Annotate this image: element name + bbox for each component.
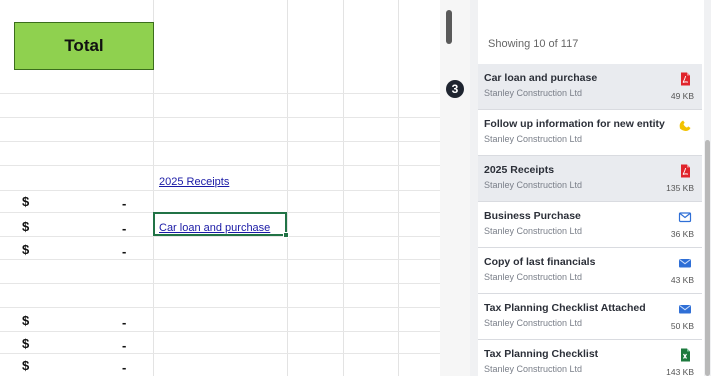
- column-gridline: [343, 0, 344, 376]
- empty-value-dash: -: [122, 221, 127, 236]
- currency-symbol: $: [22, 242, 30, 257]
- document-item[interactable]: 2025 Receipts Stanley Construction Ltd 1…: [478, 156, 702, 202]
- currency-symbol: $: [22, 358, 30, 373]
- row-gridline: [0, 190, 440, 191]
- total-header-cell[interactable]: Total: [14, 22, 154, 70]
- empty-value-dash: -: [122, 244, 127, 259]
- row-gridline: [0, 307, 440, 308]
- document-item[interactable]: Tax Planning Checklist Attached Stanley …: [478, 294, 702, 340]
- document-title: Copy of last financials: [484, 256, 596, 268]
- column-gridline: [287, 0, 288, 376]
- document-company: Stanley Construction Ltd: [484, 134, 583, 144]
- email-icon: [679, 305, 691, 314]
- spreadsheet-area[interactable]: Total 2025 Receipts Car loan and purchas…: [0, 0, 440, 376]
- empty-value-dash: -: [122, 315, 127, 330]
- row-gridline: [0, 117, 440, 118]
- currency-symbol: $: [22, 194, 30, 209]
- fill-handle[interactable]: [283, 232, 289, 238]
- row-gridline: [0, 331, 440, 332]
- document-company: Stanley Construction Ltd: [484, 364, 583, 374]
- document-company: Stanley Construction Ltd: [484, 88, 583, 98]
- phone-icon: [679, 120, 691, 131]
- row-gridline: [0, 236, 440, 237]
- sheet-scrollbar-thumb[interactable]: [446, 10, 452, 44]
- document-size: 135 KB: [666, 183, 694, 193]
- document-title: Tax Planning Checklist Attached: [484, 302, 646, 314]
- row-gridline: [0, 165, 440, 166]
- currency-symbol: $: [22, 313, 30, 328]
- link-car-loan-and-purchase[interactable]: Car loan and purchase: [159, 222, 270, 234]
- currency-symbol: $: [22, 336, 30, 351]
- document-item[interactable]: Follow up information for new entity Sta…: [478, 110, 702, 156]
- document-title: 2025 Receipts: [484, 164, 555, 176]
- empty-value-dash: -: [122, 338, 127, 353]
- document-size: 143 KB: [666, 367, 694, 376]
- currency-symbol: $: [22, 219, 30, 234]
- row-gridline: [0, 259, 440, 260]
- document-title: Follow up information for new entity: [484, 118, 665, 130]
- empty-value-dash: -: [122, 196, 127, 211]
- document-title: Car loan and purchase: [484, 72, 598, 84]
- document-size: 43 KB: [670, 275, 694, 285]
- excel-icon: [681, 348, 690, 362]
- pdf-icon: [681, 72, 690, 86]
- document-company: Stanley Construction Ltd: [484, 272, 583, 282]
- document-title: Business Purchase: [484, 210, 581, 222]
- email-outline-icon: [678, 212, 692, 223]
- document-size: 49 KB: [670, 91, 694, 101]
- document-company: Stanley Construction Ltd: [484, 318, 583, 328]
- document-list: Car loan and purchase Stanley Constructi…: [478, 64, 702, 376]
- row-gridline: [0, 353, 440, 354]
- panel-scrollbar-thumb[interactable]: [705, 140, 710, 376]
- document-company: Stanley Construction Ltd: [484, 180, 583, 190]
- document-item[interactable]: Copy of last financials Stanley Construc…: [478, 248, 702, 294]
- document-size: 36 KB: [670, 229, 694, 239]
- row-gridline: [0, 283, 440, 284]
- document-item[interactable]: Business Purchase Stanley Construction L…: [478, 202, 702, 248]
- total-label: Total: [64, 36, 104, 55]
- step-badge: 3: [446, 80, 464, 98]
- row-gridline: [0, 141, 440, 142]
- document-size: 50 KB: [670, 321, 694, 331]
- document-item[interactable]: Car loan and purchase Stanley Constructi…: [478, 64, 702, 110]
- document-company: Stanley Construction Ltd: [484, 226, 583, 236]
- pane-divider[interactable]: [440, 0, 470, 376]
- email-icon: [679, 259, 691, 268]
- column-gridline: [398, 0, 399, 376]
- document-title: Tax Planning Checklist: [484, 348, 599, 360]
- pdf-icon: [681, 164, 690, 178]
- row-gridline: [0, 93, 440, 94]
- empty-value-dash: -: [122, 360, 127, 375]
- showing-count: Showing 10 of 117: [488, 38, 579, 50]
- document-item[interactable]: Tax Planning Checklist Stanley Construct…: [478, 340, 702, 376]
- link-2025-receipts[interactable]: 2025 Receipts: [159, 176, 229, 188]
